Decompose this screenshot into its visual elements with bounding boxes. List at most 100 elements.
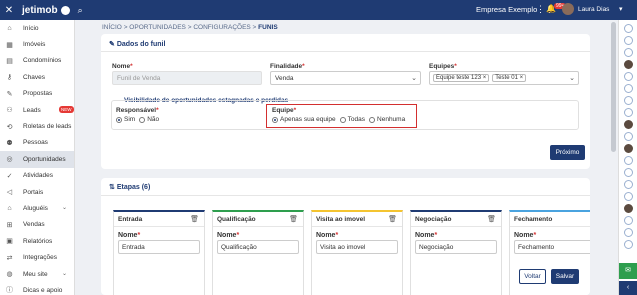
company-name[interactable]: Empresa Exemplo bbox=[476, 5, 537, 14]
stage-card-entrada[interactable]: Entrada 🗑 Nome* Entrada bbox=[113, 210, 205, 295]
radio-nao-label[interactable]: Não bbox=[147, 116, 159, 123]
scrollbar[interactable] bbox=[611, 22, 616, 292]
radio-sim-label[interactable]: Sim bbox=[124, 116, 135, 123]
contact-icon[interactable] bbox=[624, 228, 633, 237]
sidebar-item-roletas[interactable]: ⟲ Roletas de leads bbox=[0, 118, 74, 134]
stage-card-qualificacao[interactable]: Qualificação 🗑 Nome* Qualificação bbox=[212, 210, 304, 295]
logo[interactable]: jetimob bbox=[22, 5, 70, 16]
sidebar-item-label: Vendas bbox=[23, 221, 45, 229]
equipes-multiselect[interactable]: Equipe teste 123 × Teste 01 × ⌄ bbox=[429, 71, 579, 85]
stage-name-input[interactable]: Visita ao imovel bbox=[316, 240, 398, 254]
sidebar-item-alugueis[interactable]: ⌂ Aluguéis ⌄ bbox=[0, 200, 74, 216]
radio-sim[interactable] bbox=[116, 116, 122, 123]
save-button[interactable]: Salvar bbox=[551, 269, 579, 284]
stage-card-negociacao[interactable]: Negociação 🗑 Nome* Negociação bbox=[410, 210, 502, 295]
sidebar-item-relatorios[interactable]: ▣ Relatórios bbox=[0, 233, 74, 249]
sidebar-item-integracoes[interactable]: ⇄ Integrações bbox=[0, 249, 74, 265]
breadcrumb-item-inicio[interactable]: INÍCIO bbox=[102, 24, 122, 31]
required-mark: * bbox=[156, 107, 159, 114]
contact-icon[interactable] bbox=[624, 72, 633, 81]
sidebar-item-portais[interactable]: ◁ Portais bbox=[0, 184, 74, 200]
contact-icon[interactable] bbox=[624, 36, 633, 45]
sidebar-item-oportunidades[interactable]: ◎ Oportunidades bbox=[0, 151, 74, 168]
stage-name-label: Nome* bbox=[217, 232, 239, 239]
trash-icon[interactable]: 🗑 bbox=[289, 215, 298, 223]
sidebar-item-label: Relatórios bbox=[23, 237, 53, 245]
contact-icon[interactable] bbox=[624, 168, 633, 177]
stages-card: ⇅ Etapas (6) Entrada 🗑 Nome* Entrada Qua… bbox=[101, 178, 590, 295]
sidebar-item-chaves[interactable]: ⚷ Chaves bbox=[0, 69, 74, 85]
contact-icon[interactable] bbox=[624, 156, 633, 165]
leads-icon: ⚇ bbox=[6, 107, 13, 115]
contact-avatar[interactable] bbox=[624, 120, 633, 129]
contact-icon[interactable] bbox=[624, 132, 633, 141]
user-name[interactable]: Laura Dias bbox=[578, 6, 609, 13]
sidebar-item-vendas[interactable]: ⊞ Vendas bbox=[0, 217, 74, 233]
scrollbar-thumb[interactable] bbox=[611, 22, 616, 152]
radio-nao[interactable] bbox=[139, 116, 146, 123]
stage-name-input[interactable]: Entrada bbox=[118, 240, 200, 254]
avatar[interactable] bbox=[562, 3, 574, 15]
team-chip[interactable]: Equipe teste 123 × bbox=[433, 74, 490, 82]
sidebar-item-label: Início bbox=[23, 24, 39, 32]
user-menu-caret-icon[interactable]: ▾ bbox=[619, 5, 623, 13]
report-icon: ▣ bbox=[6, 238, 13, 246]
breadcrumb-item-oportunidades[interactable]: OPORTUNIDADES bbox=[129, 24, 186, 31]
sidebar-item-condominios[interactable]: ▤ Condomínios bbox=[0, 53, 74, 69]
search-icon[interactable]: ⌕ bbox=[78, 5, 83, 16]
contact-icon[interactable] bbox=[624, 180, 633, 189]
contact-icon[interactable] bbox=[624, 108, 633, 117]
contact-icon[interactable] bbox=[624, 240, 633, 249]
portal-icon: ◁ bbox=[6, 189, 13, 197]
breadcrumb-current: FUNIS bbox=[258, 24, 278, 31]
collapse-arrow-icon[interactable]: ‹ bbox=[619, 281, 637, 295]
team-chip[interactable]: Teste 01 × bbox=[492, 74, 527, 82]
key-icon: ⚷ bbox=[6, 74, 13, 82]
contact-icon[interactable] bbox=[624, 216, 633, 225]
trash-icon[interactable]: 🗑 bbox=[190, 215, 199, 223]
sales-icon: ⊞ bbox=[6, 221, 13, 229]
required-mark: * bbox=[302, 63, 305, 70]
stage-title: Negociação bbox=[415, 216, 452, 223]
contact-icon[interactable] bbox=[624, 192, 633, 201]
sidebar-item-propostas[interactable]: ✎ Propostas bbox=[0, 86, 74, 102]
rent-icon: ⌂ bbox=[7, 204, 12, 212]
required-mark: * bbox=[236, 232, 240, 239]
contact-avatar[interactable] bbox=[624, 60, 633, 69]
stage-name-input[interactable]: Qualificação bbox=[217, 240, 299, 254]
new-badge: NEW bbox=[59, 105, 74, 113]
chat-icon[interactable]: ✉ bbox=[619, 263, 637, 279]
building-icon: ▦ bbox=[6, 41, 13, 49]
next-button[interactable]: Próximo bbox=[550, 145, 585, 160]
stage-name-input[interactable]: Negociação bbox=[415, 240, 497, 254]
stage-card-visita[interactable]: Visita ao imovel 🗑 Nome* Visita ao imove… bbox=[311, 210, 403, 295]
sidebar-item-atividades[interactable]: ✓ Atividades bbox=[0, 168, 74, 184]
sidebar-item-leads[interactable]: ⚇ Leads NEW bbox=[0, 102, 74, 118]
sidebar-item-label: Leads bbox=[23, 106, 41, 114]
required-mark: * bbox=[137, 232, 141, 239]
contact-icon[interactable] bbox=[624, 96, 633, 105]
contact-icon[interactable] bbox=[624, 24, 633, 33]
stage-name-input[interactable]: Fechamento bbox=[514, 240, 590, 254]
trash-icon[interactable]: 🗑 bbox=[487, 215, 496, 223]
contact-icon[interactable] bbox=[624, 84, 633, 93]
contact-avatar[interactable] bbox=[624, 144, 633, 153]
chevron-down-icon: ⌄ bbox=[411, 75, 417, 82]
equipe-highlight-box bbox=[266, 104, 417, 128]
breadcrumb-item-configuracoes[interactable]: CONFIGURAÇÕES bbox=[193, 24, 250, 31]
finalidade-select[interactable]: Venda ⌄ bbox=[270, 71, 421, 85]
close-icon[interactable]: ✕ bbox=[0, 5, 18, 16]
contact-avatar[interactable] bbox=[624, 204, 633, 213]
sidebar-item-meu-site[interactable]: ◍ Meu site ⌄ bbox=[0, 266, 74, 282]
stage-title: Visita ao imovel bbox=[316, 216, 366, 223]
nome-field[interactable]: Funil de Venda bbox=[112, 71, 262, 85]
trash-icon[interactable]: 🗑 bbox=[388, 215, 397, 223]
sidebar-item-imoveis[interactable]: ▦ Imóveis bbox=[0, 36, 74, 52]
contact-icon[interactable] bbox=[624, 48, 633, 57]
back-button[interactable]: Voltar bbox=[519, 269, 546, 284]
responsavel-radio-group: Sim Não bbox=[116, 116, 159, 123]
integration-icon: ⇄ bbox=[6, 254, 13, 262]
sidebar-item-inicio[interactable]: ⌂ Início bbox=[0, 20, 74, 36]
sidebar-item-pessoas[interactable]: ⚉ Pessoas bbox=[0, 135, 74, 151]
sidebar-item-dicas[interactable]: ⓘ Dicas e apoio bbox=[0, 282, 74, 295]
